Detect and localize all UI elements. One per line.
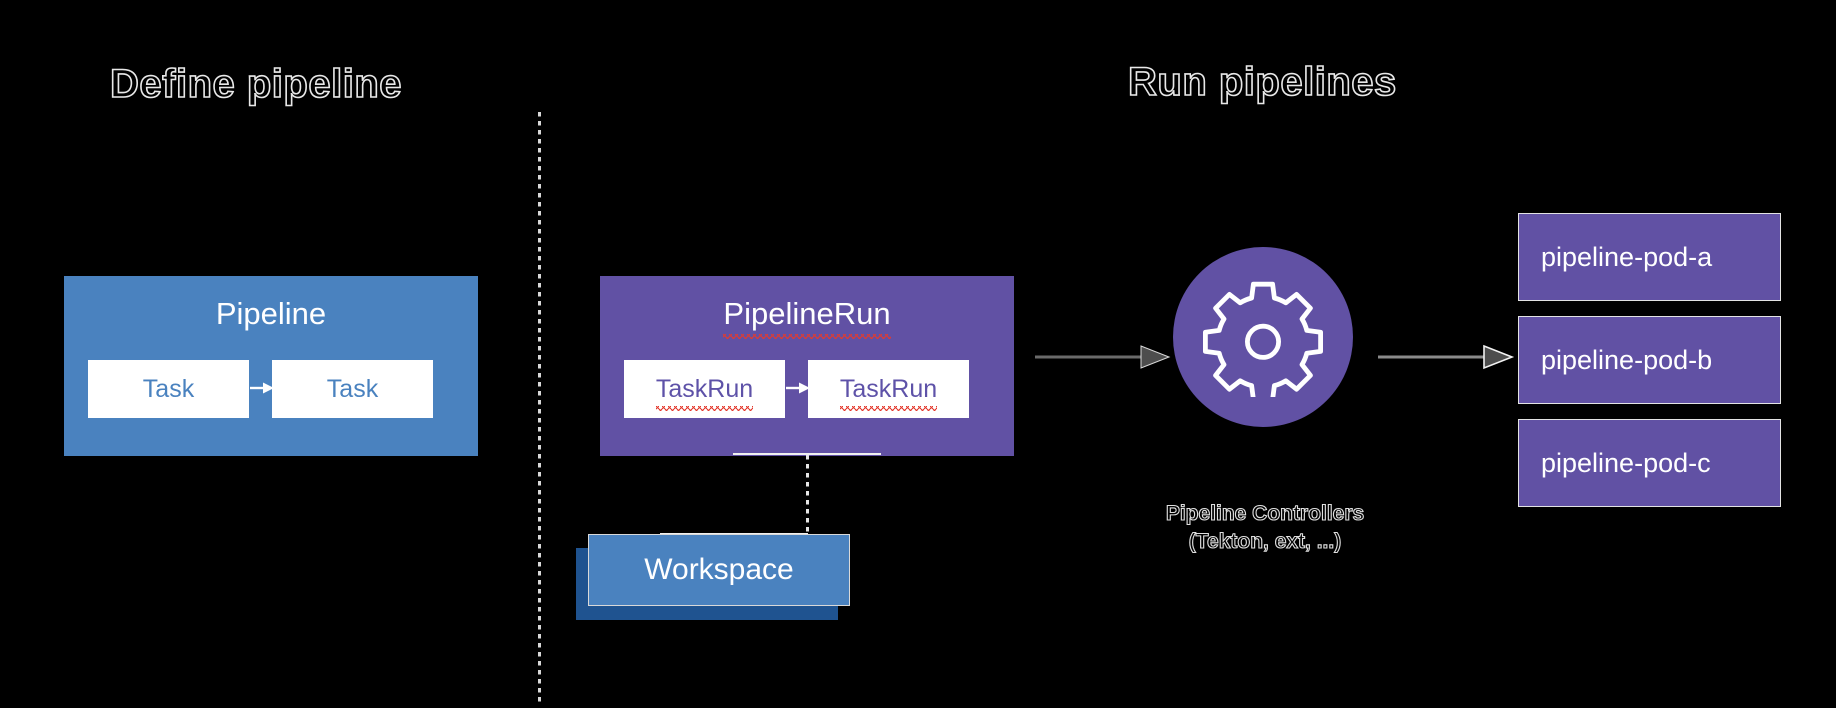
workspace-label: Workspace <box>644 553 794 586</box>
pipeline-controller-medallion[interactable] <box>1173 247 1353 427</box>
pipelinerun-title-wrap: PipelineRun <box>600 296 1014 339</box>
pipelinerun-title: PipelineRun <box>723 296 891 339</box>
task-flow-arrow-icon <box>250 382 274 394</box>
task-chip-1[interactable]: Task <box>88 360 249 418</box>
taskrun-chip-2[interactable]: TaskRun <box>808 360 969 418</box>
pod-box-c[interactable]: pipeline-pod-c <box>1518 419 1781 507</box>
pipelinerun-group-box[interactable]: PipelineRun TaskRun TaskRun <box>600 276 1014 456</box>
arrow-pipelinerun-to-controller <box>1035 345 1171 369</box>
controller-caption-line-2: (Tekton, ext, ...) <box>1188 530 1342 554</box>
gear-icon <box>1203 281 1323 397</box>
pod-box-a-label: pipeline-pod-a <box>1541 241 1713 272</box>
pipeline-title: Pipeline <box>215 296 327 331</box>
arrow-controller-to-pods <box>1378 344 1515 370</box>
controller-caption-line-1: Pipeline Controllers <box>1165 501 1365 525</box>
taskrun-chip-1-label: TaskRun <box>655 374 754 411</box>
pod-box-b[interactable]: pipeline-pod-b <box>1518 316 1781 404</box>
workspace-box[interactable]: Workspace <box>588 534 850 606</box>
workspace-connector-line <box>806 455 809 535</box>
pod-box-b-label: pipeline-pod-b <box>1541 344 1713 375</box>
section-divider <box>538 112 541 704</box>
diagram-canvas: Define pipeline Run pipelines Pipeline T… <box>0 0 1836 708</box>
taskrun-chip-1[interactable]: TaskRun <box>624 360 785 418</box>
task-chip-2[interactable]: Task <box>272 360 433 418</box>
pod-box-c-label: pipeline-pod-c <box>1541 447 1711 478</box>
task-chip-1-label: Task <box>142 374 195 403</box>
heading-run-pipelines: Run pipelines <box>1127 59 1397 105</box>
taskrun-flow-arrow-icon <box>786 382 810 394</box>
controller-caption: Pipeline Controllers (Tekton, ext, ...) <box>1135 500 1395 557</box>
pod-box-a[interactable]: pipeline-pod-a <box>1518 213 1781 301</box>
taskrun-chip-2-label: TaskRun <box>839 374 938 411</box>
task-chip-2-label: Task <box>326 374 379 403</box>
heading-define-pipeline: Define pipeline <box>109 61 402 107</box>
pipeline-group-box[interactable]: Pipeline Task Task <box>64 276 478 456</box>
